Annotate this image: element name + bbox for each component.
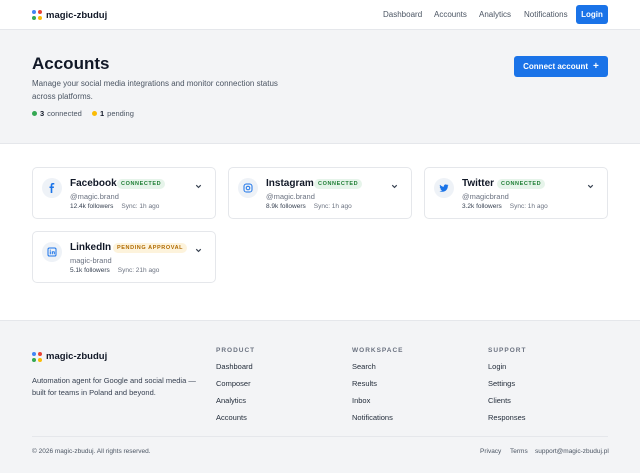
footer-tagline: Automation agent for Google and social m… xyxy=(32,376,196,397)
connected-count: 3 xyxy=(40,109,45,118)
chevron-down-icon[interactable] xyxy=(586,182,595,191)
top-navigation-bar: magic-zbuduj Dashboard Accounts Analytic… xyxy=(0,0,640,30)
account-card-instagram[interactable]: Instagram CONNECTED @magic.brand 8.9k fo… xyxy=(228,167,412,219)
plus-icon: + xyxy=(593,61,599,72)
sync-time: Sync: 1h ago xyxy=(121,203,160,210)
account-name: Instagram xyxy=(266,178,314,189)
login-button[interactable]: Login xyxy=(576,5,608,24)
footer-link-notifications[interactable]: Notifications xyxy=(352,413,393,422)
account-handle: magic-brand xyxy=(70,256,112,265)
footer-link-analytics[interactable]: Analytics xyxy=(216,396,246,405)
footer-logo-icon xyxy=(32,352,42,362)
sync-time: Sync: 21h ago xyxy=(117,267,160,274)
followers-count: 5.1k followers xyxy=(70,267,110,274)
nav-analytics[interactable]: Analytics xyxy=(479,10,511,19)
footer-link-search[interactable]: Search xyxy=(352,362,376,371)
page-header: Accounts Manage your social media integr… xyxy=(0,30,640,144)
account-meta: 8.9k followers Sync: 1h ago xyxy=(266,203,352,210)
linkedin-icon xyxy=(42,242,62,262)
nav-notifications[interactable]: Notifications xyxy=(524,10,568,19)
footer-link-inbox[interactable]: Inbox xyxy=(352,396,370,405)
pending-label: pending xyxy=(107,109,134,118)
connect-account-label: Connect account xyxy=(523,62,589,71)
instagram-icon xyxy=(238,178,258,198)
footer-link-clients[interactable]: Clients xyxy=(488,396,511,405)
account-card-facebook[interactable]: Facebook CONNECTED @magic.brand 12.4k fo… xyxy=(32,167,216,219)
connected-stat: 3 connected xyxy=(32,109,82,118)
pending-count: 1 xyxy=(100,109,105,118)
footer-link-login[interactable]: Login xyxy=(488,362,506,371)
followers-count: 12.4k followers xyxy=(70,203,114,210)
nav-accounts[interactable]: Accounts xyxy=(434,10,467,19)
footer-link-responses[interactable]: Responses xyxy=(488,413,526,422)
chevron-down-icon[interactable] xyxy=(194,182,203,191)
footer-link-composer[interactable]: Composer xyxy=(216,379,251,388)
twitter-icon xyxy=(434,178,454,198)
account-meta: 5.1k followers Sync: 21h ago xyxy=(70,267,159,274)
sync-time: Sync: 1h ago xyxy=(313,203,352,210)
followers-count: 3.2k followers xyxy=(462,203,502,210)
followers-count: 8.9k followers xyxy=(266,203,306,210)
pending-dot-icon xyxy=(92,111,97,116)
sync-time: Sync: 1h ago xyxy=(509,203,548,210)
terms-link[interactable]: Terms xyxy=(510,448,528,455)
pending-stat: 1 pending xyxy=(92,109,134,118)
status-badge: CONNECTED xyxy=(314,179,363,189)
connected-dot-icon xyxy=(32,111,37,116)
page-description: Manage your social media integrations an… xyxy=(32,79,278,101)
account-meta: 3.2k followers Sync: 1h ago xyxy=(462,203,548,210)
account-handle: @magicbrand xyxy=(462,192,509,201)
footer-heading-support: SUPPORT xyxy=(488,347,527,354)
support-email-link[interactable]: support@magic-zbuduj.pl xyxy=(535,448,609,455)
footer-brand-name: magic-zbuduj xyxy=(46,351,108,362)
footer-link-results[interactable]: Results xyxy=(352,379,377,388)
connect-account-button[interactable]: Connect account + xyxy=(514,56,608,77)
footer-link-accounts[interactable]: Accounts xyxy=(216,413,247,422)
account-name: Facebook xyxy=(70,178,117,189)
status-badge: CONNECTED xyxy=(117,179,166,189)
chevron-down-icon[interactable] xyxy=(390,182,399,191)
account-handle: @magic.brand xyxy=(70,192,119,201)
account-meta: 12.4k followers Sync: 1h ago xyxy=(70,203,159,210)
account-name: Twitter xyxy=(462,178,495,189)
footer-link-settings[interactable]: Settings xyxy=(488,379,515,388)
account-card-twitter[interactable]: Twitter CONNECTED @magicbrand 3.2k follo… xyxy=(424,167,608,219)
brand-name[interactable]: magic-zbuduj xyxy=(46,10,107,21)
footer-heading-workspace: WORKSPACE xyxy=(352,347,404,354)
footer-divider xyxy=(32,436,608,437)
logo-icon[interactable] xyxy=(32,10,42,20)
footer-heading-product: PRODUCT xyxy=(216,347,256,354)
status-badge: CONNECTED xyxy=(497,179,546,189)
chevron-down-icon[interactable] xyxy=(194,246,203,255)
footer-link-dashboard[interactable]: Dashboard xyxy=(216,362,253,371)
privacy-link[interactable]: Privacy xyxy=(480,448,501,455)
nav-dashboard[interactable]: Dashboard xyxy=(383,10,422,19)
account-name: LinkedIn xyxy=(70,242,112,253)
account-card-linkedin[interactable]: LinkedIn PENDING APPROVAL magic-brand 5.… xyxy=(32,231,216,283)
connected-label: connected xyxy=(47,109,82,118)
status-badge: PENDING APPROVAL xyxy=(113,243,188,253)
page-title: Accounts xyxy=(32,54,110,73)
copyright: © 2026 magic-zbuduj. All rights reserved… xyxy=(32,448,151,455)
account-handle: @magic.brand xyxy=(266,192,315,201)
facebook-icon xyxy=(42,178,62,198)
